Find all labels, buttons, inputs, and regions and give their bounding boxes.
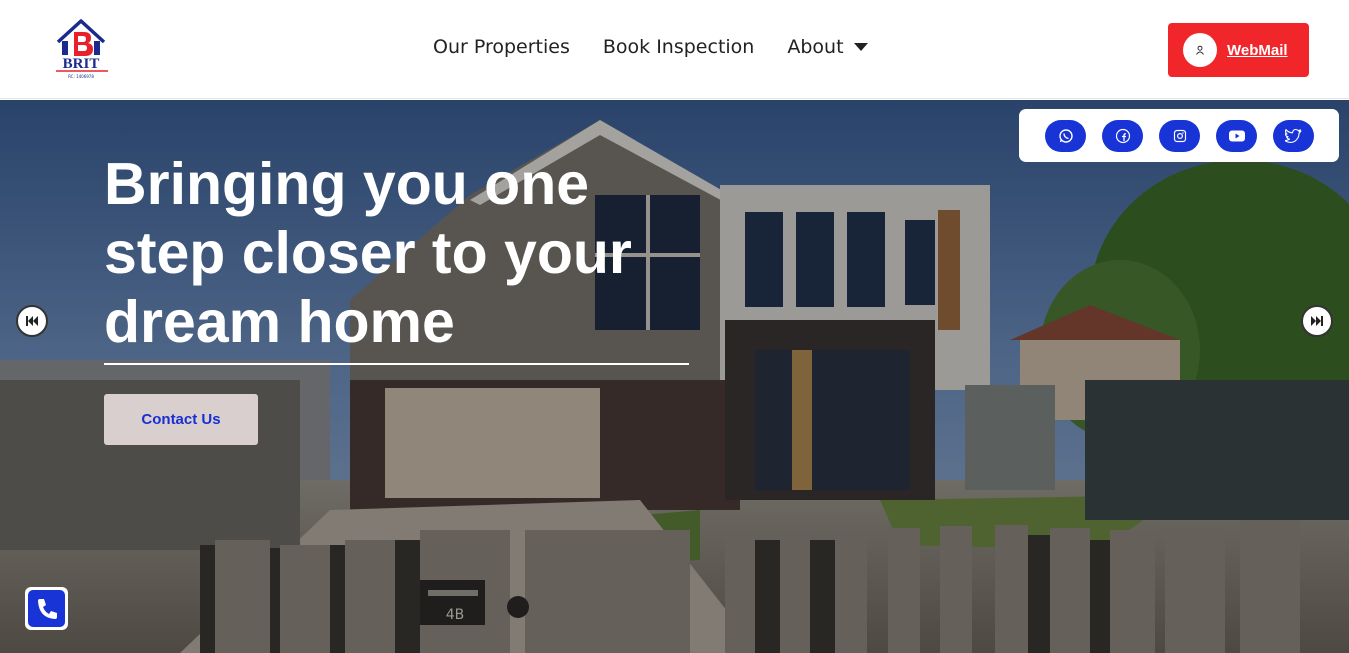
whatsapp-icon[interactable]	[1045, 119, 1086, 152]
hero-headline: Bringing you one step closer to your dre…	[104, 151, 632, 355]
caret-down-icon	[853, 43, 868, 51]
slider-next-button[interactable]	[1301, 305, 1333, 337]
twitter-icon[interactable]	[1273, 119, 1314, 152]
nav-about-label: About	[787, 36, 844, 58]
site-header: BRIT RC: 1406978 Our Properties Book Ins…	[0, 0, 1349, 99]
call-button[interactable]	[25, 587, 68, 630]
phone-icon	[28, 590, 65, 627]
user-icon	[1183, 33, 1217, 67]
house-logo-icon: BRIT RC: 1406978	[56, 19, 108, 79]
facebook-icon[interactable]	[1102, 119, 1143, 152]
webmail-label: WebMail	[1227, 41, 1288, 59]
youtube-icon[interactable]	[1216, 119, 1257, 152]
contact-us-button[interactable]: Contact Us	[104, 394, 258, 445]
brit-logo[interactable]: BRIT RC: 1406978	[52, 18, 112, 80]
instagram-icon[interactable]	[1159, 119, 1200, 152]
slider-prev-button[interactable]	[16, 305, 48, 337]
logo-text: BRIT	[63, 56, 100, 72]
hero-slider: 4B Bringing you one step closer to your …	[0, 100, 1349, 653]
nav-about[interactable]: About	[787, 36, 868, 58]
main-nav: Our Properties Book Inspection About	[433, 36, 901, 58]
headline-underline	[104, 363, 689, 365]
contact-us-label: Contact Us	[141, 411, 221, 428]
nav-book-inspection[interactable]: Book Inspection	[603, 36, 754, 58]
social-links-bar	[1019, 109, 1339, 162]
nav-our-properties[interactable]: Our Properties	[433, 36, 570, 58]
webmail-button[interactable]: WebMail	[1168, 23, 1309, 77]
logo-subtext: RC: 1406978	[68, 74, 94, 79]
skip-back-icon	[26, 316, 38, 326]
skip-forward-icon	[1311, 316, 1323, 326]
